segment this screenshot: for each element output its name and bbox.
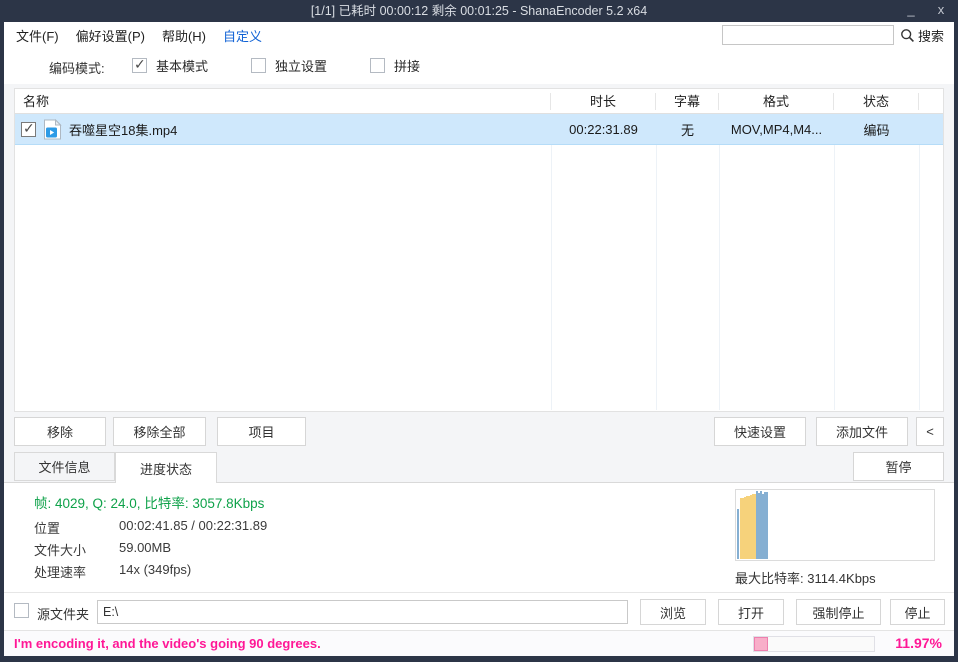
- bitrate-chart: [735, 489, 935, 561]
- file-table: 名称 时长 字幕 格式 状态 ✓: [14, 88, 944, 412]
- search-button-label: 搜索: [918, 26, 944, 45]
- column-header-subtitle[interactable]: 字幕: [656, 93, 719, 110]
- grid-line: [719, 145, 720, 410]
- status-message: I'm encoding it, and the video's going 9…: [14, 636, 321, 651]
- file-status: 编码: [834, 114, 919, 144]
- column-header-blank: [919, 93, 943, 110]
- encode-progress-bar: [753, 636, 875, 652]
- window-title: [1/1] 已耗时 00:00:12 剩余 00:01:25 - ShanaEn…: [311, 4, 647, 18]
- grid-line: [551, 145, 552, 410]
- encode-mode-label: 编码模式:: [49, 58, 105, 77]
- search-button[interactable]: 搜索: [900, 25, 944, 45]
- source-path-input[interactable]: [97, 600, 628, 624]
- check-icon: ✓: [134, 56, 146, 73]
- title-bar: [1/1] 已耗时 00:00:12 剩余 00:01:25 - ShanaEn…: [0, 0, 958, 22]
- status-bar: I'm encoding it, and the video's going 9…: [4, 630, 954, 656]
- browse-button[interactable]: 浏览: [640, 599, 706, 625]
- max-bitrate-label: 最大比特率: 3114.4Kbps: [735, 568, 876, 587]
- check-icon: ✓: [23, 120, 35, 137]
- independent-settings-label: 独立设置: [275, 56, 327, 75]
- menu-customize[interactable]: 自定义: [223, 26, 262, 45]
- stop-button[interactable]: 停止: [890, 599, 945, 625]
- file-name: 吞噬星空18集.mp4: [69, 120, 177, 139]
- independent-settings-option[interactable]: ✓ 独立设置: [251, 56, 327, 75]
- file-duration: 00:22:31.89: [551, 114, 656, 144]
- encode-percent: 11.97%: [895, 635, 942, 651]
- bitrate-bar: [766, 492, 768, 559]
- remove-all-button[interactable]: 移除全部: [113, 417, 206, 446]
- file-size-label: 文件大小: [34, 543, 86, 558]
- menu-preferences[interactable]: 偏好设置(P): [76, 26, 145, 45]
- file-subtitle: 无: [656, 114, 719, 144]
- speed-label: 处理速率: [34, 565, 86, 580]
- project-button[interactable]: 项目: [217, 417, 306, 446]
- window-content: 文件(F) 偏好设置(P) 帮助(H) 自定义 搜索 编码模式: ✓ 基本模式 …: [4, 22, 954, 656]
- concat-option[interactable]: ✓ 拼接: [370, 56, 420, 75]
- speed-value: 14x (349fps): [119, 562, 191, 577]
- video-file-icon: [43, 119, 62, 140]
- pause-button[interactable]: 暂停: [853, 452, 944, 481]
- add-files-button[interactable]: 添加文件: [816, 417, 908, 446]
- position-row: 位置 00:02:41.85 / 00:22:31.89: [34, 518, 60, 537]
- basic-mode-label: 基本模式: [156, 56, 208, 75]
- basic-mode-checkbox[interactable]: ✓: [132, 58, 147, 73]
- menu-bar: 文件(F) 偏好设置(P) 帮助(H) 自定义 搜索: [4, 22, 954, 48]
- search-icon: [900, 28, 915, 43]
- independent-settings-checkbox[interactable]: ✓: [251, 58, 266, 73]
- menu-help[interactable]: 帮助(H): [162, 26, 206, 45]
- speed-row: 处理速率 14x (349fps): [34, 562, 86, 581]
- table-header: 名称 时长 字幕 格式 状态: [15, 89, 943, 114]
- file-size-value: 59.00MB: [119, 540, 171, 555]
- column-header-status[interactable]: 状态: [834, 93, 919, 110]
- grid-line: [834, 145, 835, 410]
- source-folder-bar: ✓ 源文件夹 浏览 打开 强制停止 停止: [4, 592, 954, 630]
- file-format: MOV,MP4,M4...: [719, 114, 834, 144]
- position-label: 位置: [34, 521, 60, 536]
- tab-progress-status[interactable]: 进度状态: [115, 452, 217, 483]
- encode-stats-line: 帧: 4029, Q: 24.0, 比特率: 3057.8Kbps: [34, 492, 264, 512]
- force-stop-button[interactable]: 强制停止: [796, 599, 881, 625]
- menu-file[interactable]: 文件(F): [16, 26, 59, 45]
- close-button[interactable]: x: [934, 0, 948, 22]
- grid-line: [919, 145, 920, 410]
- bitrate-bar: [737, 509, 739, 559]
- encode-progress-fill: [754, 637, 768, 651]
- column-header-duration[interactable]: 时长: [551, 93, 656, 110]
- open-button[interactable]: 打开: [718, 599, 784, 625]
- table-row[interactable]: ✓ 吞噬星空18集.mp4 00:22:31.89 无 MOV,MP4,M4..…: [15, 114, 943, 145]
- position-value: 00:02:41.85 / 00:22:31.89: [119, 518, 267, 533]
- concat-label: 拼接: [394, 56, 420, 75]
- concat-checkbox[interactable]: ✓: [370, 58, 385, 73]
- file-size-row: 文件大小 59.00MB: [34, 540, 86, 559]
- remove-button[interactable]: 移除: [14, 417, 106, 446]
- row-checkbox[interactable]: ✓: [21, 122, 36, 137]
- quick-settings-button[interactable]: 快速设置: [714, 417, 806, 446]
- basic-mode-option[interactable]: ✓ 基本模式: [132, 56, 208, 75]
- source-folder-label: 源文件夹: [37, 604, 89, 623]
- encode-mode-bar: 编码模式: ✓ 基本模式 ✓ 独立设置 ✓ 拼接: [4, 48, 954, 84]
- tab-file-info[interactable]: 文件信息: [14, 452, 115, 481]
- grid-line: [656, 145, 657, 410]
- search-input[interactable]: [722, 25, 894, 45]
- column-header-format[interactable]: 格式: [719, 93, 834, 110]
- collapse-button[interactable]: <: [916, 417, 944, 446]
- app-window: [1/1] 已耗时 00:00:12 剩余 00:01:25 - ShanaEn…: [0, 0, 958, 662]
- source-folder-checkbox[interactable]: ✓: [14, 603, 29, 618]
- column-header-name[interactable]: 名称: [15, 93, 551, 110]
- minimize-button[interactable]: _: [904, 0, 918, 22]
